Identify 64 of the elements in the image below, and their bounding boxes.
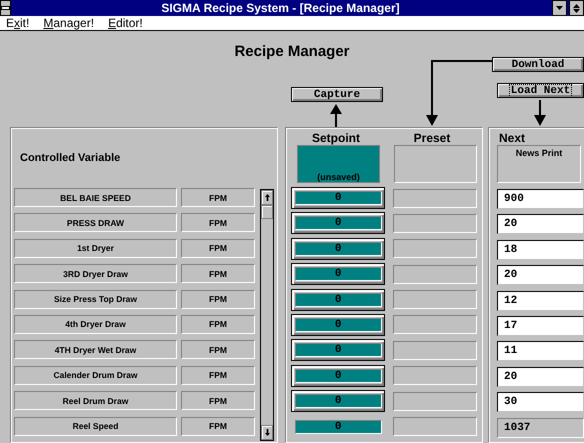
next-value-field[interactable]: 30 bbox=[497, 392, 584, 412]
variable-name: 4TH Dryer Wet Draw bbox=[14, 340, 177, 360]
setpoint-button[interactable]: 0 bbox=[291, 314, 386, 336]
column-header: Controlled Variable bbox=[20, 152, 120, 164]
variable-name: 1st Dryer bbox=[14, 238, 177, 258]
variable-name: Size Press Top Draw bbox=[14, 290, 177, 309]
setpoint-button[interactable]: 0 bbox=[291, 212, 386, 234]
unit-label: FPM bbox=[181, 188, 255, 207]
setpoint-button[interactable]: 0 bbox=[291, 238, 386, 260]
recipe-name: News Print bbox=[497, 145, 581, 183]
setpoint-button[interactable]: 0 bbox=[291, 263, 386, 286]
next-value-field[interactable]: 12 bbox=[497, 290, 584, 311]
next-value-field[interactable]: 18 bbox=[497, 240, 584, 260]
load-next-button[interactable]: Load Next bbox=[497, 83, 584, 98]
variable-name: PRESS DRAW bbox=[14, 213, 177, 232]
connector-arrow bbox=[534, 100, 546, 126]
unit-label: FPM bbox=[181, 340, 255, 360]
next-value-field[interactable]: 20 bbox=[497, 214, 584, 234]
column-header: Preset bbox=[414, 131, 450, 145]
menu-item[interactable]: Exit! bbox=[6, 16, 30, 30]
connector-arrow bbox=[426, 60, 492, 126]
variable-name: Reel Drum Draw bbox=[14, 391, 177, 410]
setpoint-button[interactable]: 0 bbox=[291, 187, 386, 209]
column-header: Next bbox=[499, 131, 526, 145]
menu-item[interactable]: Manager! bbox=[43, 16, 94, 30]
unit-label: FPM bbox=[181, 264, 255, 284]
unit-label: FPM bbox=[181, 416, 255, 436]
variable-name: 4th Dryer Draw bbox=[14, 314, 177, 334]
system-menu-icon[interactable] bbox=[0, 0, 11, 16]
page-heading: Recipe Manager bbox=[234, 43, 350, 60]
next-value-field[interactable]: 20 bbox=[497, 265, 584, 286]
minimize-icon[interactable] bbox=[552, 0, 567, 16]
setpoint-value: 0 bbox=[294, 420, 382, 434]
setpoint-button[interactable]: 0 bbox=[291, 364, 386, 387]
next-value-field[interactable]: 11 bbox=[497, 341, 584, 362]
setpoint-status: (unsaved) bbox=[297, 145, 380, 183]
next-value-field[interactable]: 17 bbox=[497, 316, 584, 336]
unit-label: FPM bbox=[181, 314, 255, 334]
window-title: SIGMA Recipe System - [Recipe Manager] bbox=[160, 1, 401, 15]
unit-label: FPM bbox=[181, 213, 255, 232]
variable-name: BEL BAIE SPEED bbox=[14, 188, 177, 207]
scroll-up-icon[interactable] bbox=[261, 190, 273, 205]
capture-button[interactable]: Capture bbox=[291, 87, 383, 102]
next-value-field: 1037 bbox=[497, 418, 584, 438]
download-button[interactable]: Download bbox=[492, 57, 584, 72]
setpoint-button[interactable]: 0 bbox=[291, 390, 386, 412]
unit-label: FPM bbox=[181, 290, 255, 309]
variable-name: Calender Drum Draw bbox=[14, 366, 177, 385]
unit-label: FPM bbox=[181, 391, 255, 410]
next-value-field[interactable]: 20 bbox=[497, 366, 584, 387]
setpoint-button[interactable]: 0 bbox=[291, 288, 386, 311]
variable-name: Reel Speed bbox=[14, 416, 177, 436]
setpoint-button[interactable]: 0 bbox=[291, 339, 386, 362]
unit-label: FPM bbox=[181, 238, 255, 258]
variable-name: 3RD Dryer Draw bbox=[14, 264, 177, 284]
scrollbar[interactable] bbox=[260, 189, 274, 441]
menu-item[interactable]: Editor! bbox=[108, 16, 143, 30]
scroll-thumb[interactable] bbox=[261, 205, 273, 219]
column-header: Setpoint bbox=[312, 131, 360, 145]
connector-arrow bbox=[330, 104, 342, 127]
restore-icon[interactable] bbox=[569, 0, 584, 16]
next-value-field[interactable]: 900 bbox=[497, 189, 584, 209]
unit-label: FPM bbox=[181, 366, 255, 385]
scroll-down-icon[interactable] bbox=[261, 425, 273, 440]
